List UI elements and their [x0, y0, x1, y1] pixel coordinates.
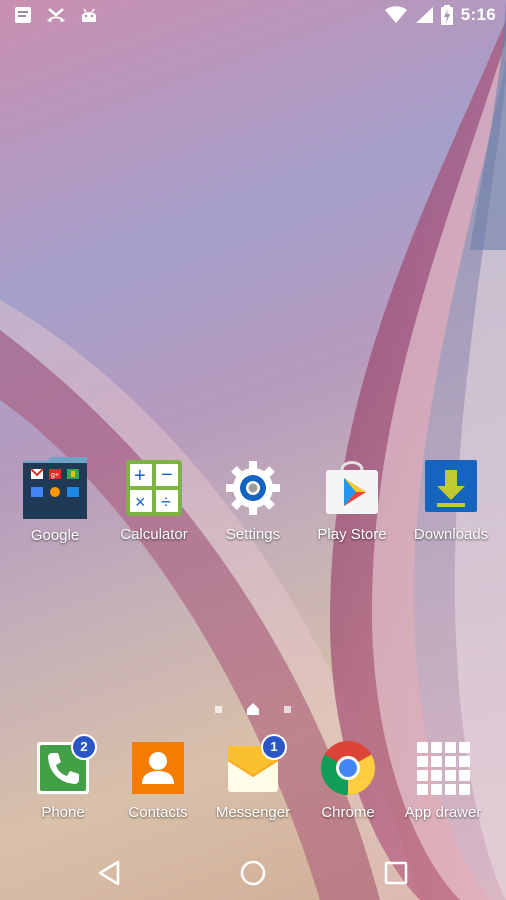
recents-icon[interactable]	[376, 853, 416, 893]
app-drawer-icon	[415, 740, 471, 796]
app-label: Phone	[41, 804, 85, 821]
app-chrome[interactable]: Chrome	[298, 740, 398, 821]
notification-badge: 1	[261, 734, 287, 760]
page-dot[interactable]	[215, 706, 222, 713]
home-page-indicator-icon[interactable]	[246, 702, 260, 716]
chrome-icon	[320, 740, 376, 796]
battery-charging-icon	[440, 5, 453, 25]
app-phone[interactable]: 2 Phone	[13, 734, 113, 821]
app-settings[interactable]: Settings	[203, 458, 303, 543]
app-messenger[interactable]: 1 Messenger	[203, 734, 303, 821]
calculator-icon: + − × ÷	[124, 458, 184, 518]
app-label: Settings	[225, 526, 281, 543]
wifi-icon	[384, 6, 407, 23]
back-icon[interactable]	[90, 853, 130, 893]
page-indicator	[0, 702, 506, 718]
app-label: Play Store	[317, 526, 387, 543]
notification-badge: 2	[71, 734, 97, 760]
svg-text:−: −	[161, 464, 173, 486]
message-icon	[15, 7, 31, 23]
svg-text:×: ×	[135, 492, 146, 512]
messenger-icon: 1	[225, 734, 287, 796]
download-icon	[421, 458, 481, 518]
app-label: Calculator	[120, 526, 188, 543]
svg-text:g+: g+	[51, 472, 59, 479]
app-contacts[interactable]: Contacts	[108, 740, 208, 821]
app-label: Messenger	[215, 804, 291, 821]
home-screen: 5:16 g+ Google + − × ÷ Calculator Settin…	[0, 0, 506, 900]
android-icon	[82, 8, 96, 22]
app-label: Chrome	[321, 804, 375, 821]
missed-call-icon	[47, 8, 65, 22]
app-calculator[interactable]: + − × ÷ Calculator	[104, 458, 204, 543]
svg-text:+: +	[134, 465, 146, 487]
status-bar: 5:16	[0, 0, 506, 32]
contacts-icon	[130, 740, 186, 796]
google-folder-icon: g+	[23, 455, 87, 519]
app-downloads[interactable]: Downloads	[401, 458, 501, 543]
clock: 5:16	[460, 5, 496, 24]
app-google-folder[interactable]: g+ Google	[5, 455, 105, 544]
page-dot[interactable]	[284, 706, 291, 713]
app-drawer-button[interactable]: App drawer	[393, 740, 493, 821]
play-store-icon	[322, 458, 382, 518]
app-label: Downloads	[413, 526, 489, 543]
app-label: App drawer	[404, 804, 482, 821]
signal-icon	[415, 7, 433, 23]
navigation-bar	[0, 845, 506, 900]
app-label: Contacts	[128, 804, 188, 821]
home-icon[interactable]	[233, 853, 273, 893]
app-play-store[interactable]: Play Store	[302, 458, 402, 543]
app-label: Google	[30, 527, 80, 544]
svg-text:÷: ÷	[161, 492, 171, 512]
phone-icon: 2	[35, 734, 97, 796]
settings-gear-icon	[223, 458, 283, 518]
